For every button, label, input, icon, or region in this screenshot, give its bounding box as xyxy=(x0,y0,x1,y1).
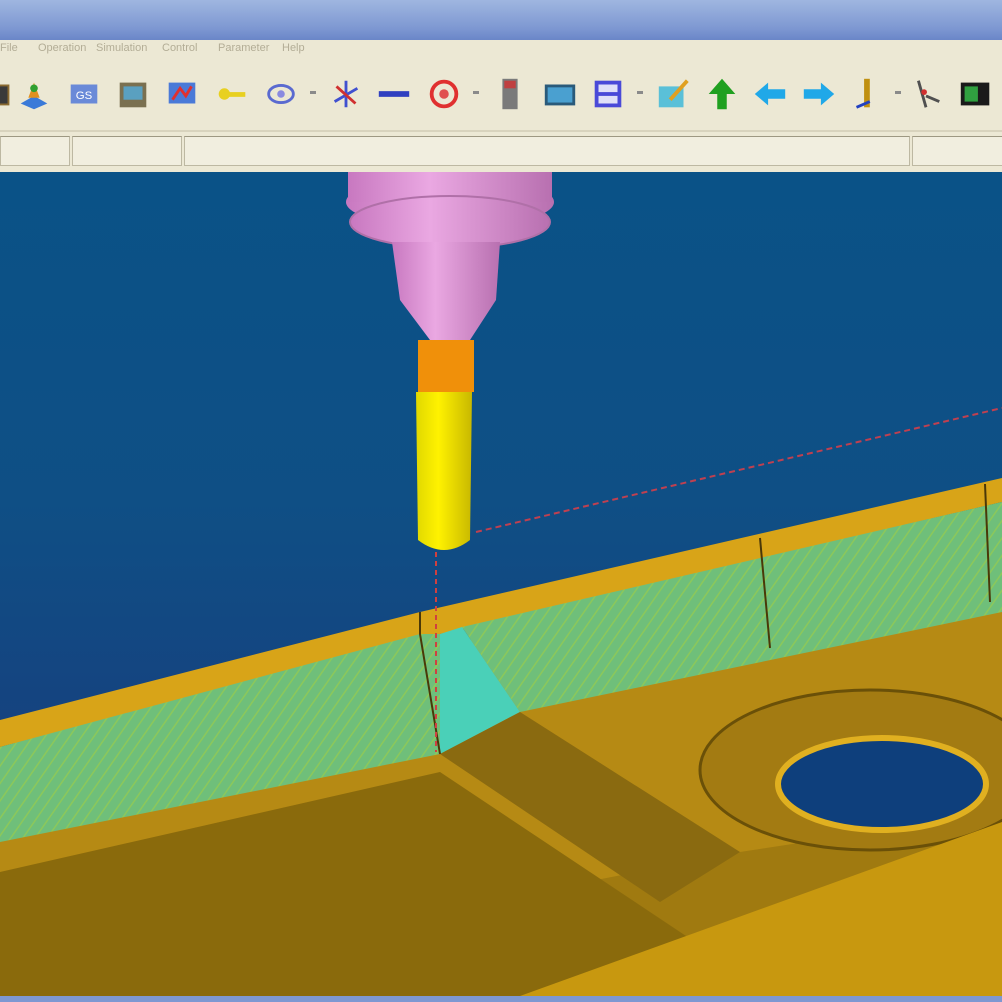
toolbar-separator xyxy=(310,91,316,94)
stock-button[interactable] xyxy=(14,74,54,114)
forward-arrow-icon xyxy=(803,82,835,106)
tool-holder xyxy=(418,340,474,392)
key-icon xyxy=(218,88,246,100)
menu-file[interactable]: File xyxy=(0,42,18,54)
line-icon xyxy=(378,91,410,97)
up-arrow-button[interactable] xyxy=(702,74,742,114)
workpiece-icon: GS xyxy=(70,84,98,104)
machining-scene xyxy=(0,172,1002,996)
axis-button[interactable] xyxy=(326,74,366,114)
cutting-tool xyxy=(416,392,472,550)
menu-bar: File Operation Simulation Control Parame… xyxy=(0,40,1002,58)
axis-icon xyxy=(333,80,359,108)
menu-operation[interactable]: Operation xyxy=(38,42,86,54)
edit-button[interactable] xyxy=(654,74,694,114)
tool-path-button[interactable] xyxy=(162,74,202,114)
svg-text:GS: GS xyxy=(76,90,93,102)
menu-simulation[interactable]: Simulation xyxy=(96,42,147,54)
status-field xyxy=(0,136,70,166)
step-button[interactable] xyxy=(846,74,886,114)
status-bar xyxy=(0,130,1002,172)
line-button[interactable] xyxy=(374,74,414,114)
status-field xyxy=(72,136,182,166)
save-view-icon xyxy=(594,80,622,108)
edit-icon xyxy=(658,79,689,108)
cycle-button[interactable] xyxy=(424,74,464,114)
tool-path-icon xyxy=(168,82,196,104)
workpiece-button[interactable]: GS xyxy=(64,74,104,114)
menu-help[interactable]: Help xyxy=(282,42,305,54)
up-arrow-icon xyxy=(708,78,736,110)
window-title-bar[interactable] xyxy=(0,0,1002,40)
back-arrow-button[interactable] xyxy=(750,74,790,114)
simulation-viewport[interactable] xyxy=(0,172,1002,996)
exit-icon xyxy=(960,82,990,106)
measure-button[interactable] xyxy=(261,74,301,114)
monitor-button[interactable] xyxy=(540,74,580,114)
fixture-button[interactable] xyxy=(113,74,153,114)
toolbar-separator xyxy=(895,91,901,94)
stock-icon xyxy=(20,82,48,110)
tool-icon xyxy=(502,78,518,110)
toolbar-separator xyxy=(473,91,479,94)
window-bottom-border xyxy=(0,996,1002,1002)
measure-icon xyxy=(267,84,295,104)
status-field xyxy=(184,136,910,166)
fixture-icon xyxy=(119,82,147,108)
back-arrow-icon xyxy=(754,82,786,106)
monitor-icon xyxy=(544,84,576,106)
compass-button[interactable] xyxy=(906,74,946,114)
through-hole xyxy=(775,735,989,833)
exit-button[interactable] xyxy=(956,74,996,114)
toolbar-separator xyxy=(637,91,643,94)
menu-control[interactable]: Control xyxy=(162,42,197,54)
key-button[interactable] xyxy=(212,74,252,114)
save-view-button[interactable] xyxy=(588,74,628,114)
cycle-icon xyxy=(429,79,459,109)
toolbar: GS xyxy=(0,58,1002,130)
spindle-nose xyxy=(392,242,500,340)
forward-arrow-button[interactable] xyxy=(799,74,839,114)
menu-parameter[interactable]: Parameter xyxy=(218,42,269,54)
compass-icon xyxy=(917,80,940,108)
status-field xyxy=(912,136,1002,166)
spindle-assembly[interactable] xyxy=(346,172,554,550)
step-icon xyxy=(855,78,871,109)
workpiece[interactable] xyxy=(0,478,1002,996)
tool-button[interactable] xyxy=(490,74,530,114)
